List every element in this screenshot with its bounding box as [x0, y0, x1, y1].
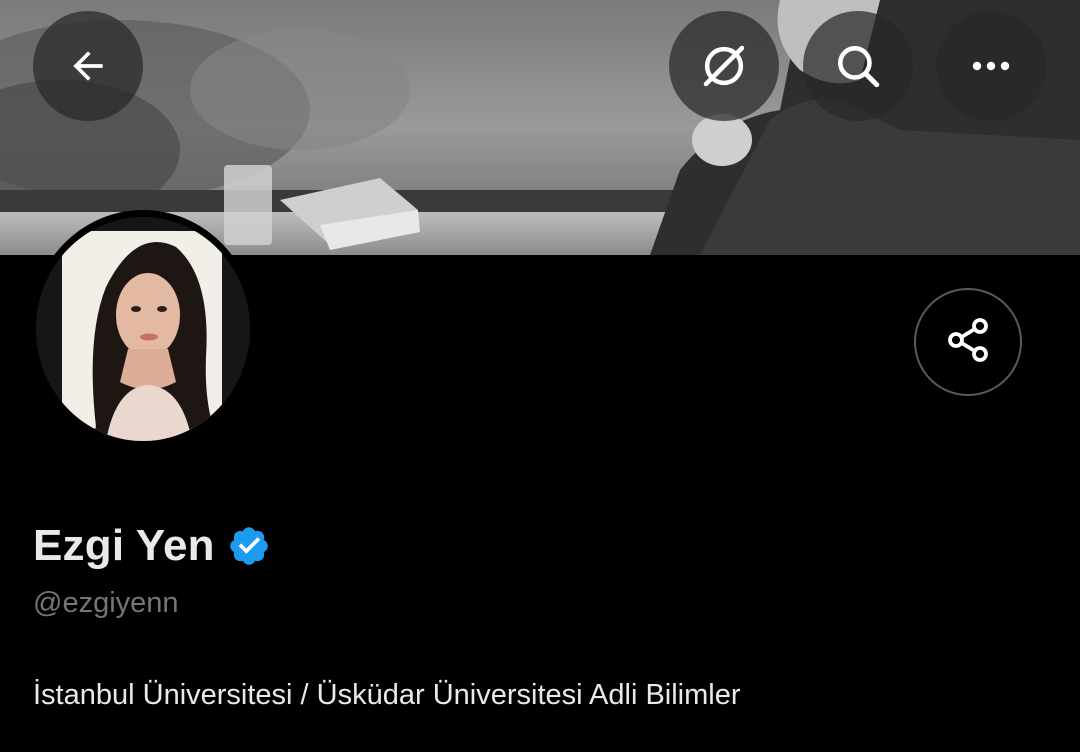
profile-screen: Ezgi Yen @ezgiyenn İstanbul Üniversitesi…	[0, 0, 1080, 752]
avatar-photo	[36, 217, 250, 441]
grok-button[interactable]	[669, 11, 779, 121]
profile-handle: @ezgiyenn	[33, 587, 179, 619]
share-profile-button[interactable]	[914, 288, 1022, 396]
profile-name-row: Ezgi Yen	[33, 518, 271, 574]
share-icon	[944, 316, 992, 369]
back-button[interactable]	[33, 11, 143, 121]
search-icon	[833, 41, 883, 91]
arrow-left-icon	[66, 44, 110, 88]
avatar[interactable]	[36, 217, 250, 441]
more-options-button[interactable]	[936, 11, 1046, 121]
search-button[interactable]	[803, 11, 913, 121]
more-horizontal-icon	[969, 60, 1013, 72]
verified-badge-icon[interactable]	[227, 524, 271, 568]
profile-bio: İstanbul Üniversitesi / Üsküdar Üniversi…	[33, 679, 741, 711]
grok-icon	[697, 39, 751, 93]
display-name: Ezgi Yen	[33, 521, 215, 570]
